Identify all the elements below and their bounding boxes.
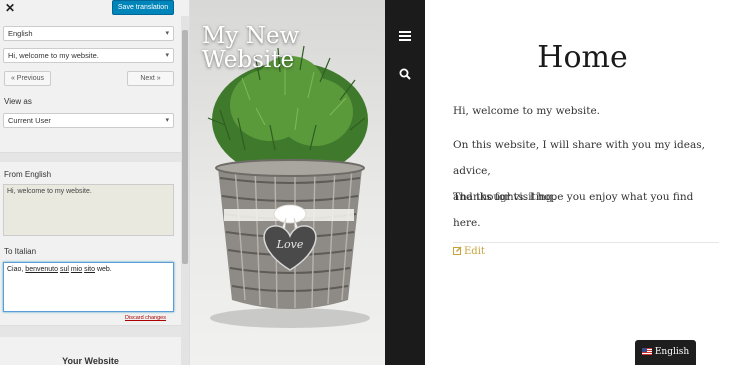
string-select[interactable]: Hi, welcome to my website. ▾: [3, 48, 174, 63]
next-button[interactable]: Next »: [127, 71, 174, 86]
page-content: Home Hi, welcome to my website. On this …: [425, 0, 740, 365]
translation-text-part: mio: [70, 266, 83, 273]
site-title-line: My New: [202, 23, 300, 49]
header-icon-strip: [385, 0, 425, 365]
section-divider: [0, 325, 181, 337]
editor-topbar: ✕ Save translation: [0, 0, 189, 16]
to-language-label: To Italian: [4, 247, 37, 256]
chevron-down-icon: ▾: [165, 52, 169, 59]
heart-tag-text: Love: [276, 238, 304, 251]
translation-editor-panel: ✕ Save translation English ▾ Hi, welcome…: [0, 0, 190, 365]
section-divider: [0, 152, 181, 162]
close-icon[interactable]: ✕: [5, 2, 15, 14]
save-translation-button[interactable]: Save translation: [112, 0, 174, 15]
page-title: Home: [537, 40, 628, 75]
from-language-label: From English: [4, 170, 52, 179]
translation-text-part: benvenuto: [25, 266, 58, 273]
view-as-select[interactable]: Current User ▾: [3, 113, 174, 128]
translation-text-part: Ciao,: [7, 266, 26, 273]
edit-label: Edit: [464, 246, 485, 257]
hamburger-icon[interactable]: [399, 31, 411, 41]
language-switcher-label: English: [654, 347, 690, 357]
paragraph: Hi, welcome to my website.: [453, 105, 601, 117]
hero-image: Love My New Website: [190, 0, 385, 365]
divider: [453, 242, 719, 243]
site-title[interactable]: My New Website: [202, 24, 382, 72]
page-root: ✕ Save translation English ▾ Hi, welcome…: [0, 0, 740, 365]
string-select-value: Hi, welcome to my website.: [8, 51, 99, 60]
language-switcher[interactable]: English: [635, 340, 696, 365]
paragraph: Thanks for visiting.: [453, 191, 556, 203]
translation-text-part: sul: [59, 266, 69, 273]
edit-link[interactable]: Edit: [453, 246, 485, 257]
your-website-heading: Your Website: [62, 356, 119, 365]
view-as-label: View as: [4, 97, 32, 106]
source-text-area: Hi, welcome to my website.: [3, 184, 174, 236]
edit-icon: [453, 246, 462, 255]
view-as-select-value: Current User: [8, 116, 51, 125]
chevron-down-icon: ▾: [165, 30, 169, 37]
translation-text-area[interactable]: Ciao, benvenuto sul mio sito web.: [3, 262, 174, 312]
flag-icon: [641, 348, 652, 355]
site-title-line: Website: [202, 47, 295, 73]
paragraph-line: On this website, I will share with you m…: [453, 139, 705, 177]
language-select[interactable]: English ▾: [3, 26, 174, 41]
chevron-down-icon: ▾: [165, 117, 169, 124]
scrollbar-thumb[interactable]: [182, 30, 188, 264]
search-icon[interactable]: [399, 68, 411, 80]
translation-text-part: web.: [95, 266, 112, 273]
language-select-value: English: [8, 29, 33, 38]
previous-button[interactable]: « Previous: [4, 71, 51, 86]
discard-changes-link[interactable]: Discard changes: [125, 315, 166, 321]
translation-text-part: sito: [84, 266, 95, 273]
